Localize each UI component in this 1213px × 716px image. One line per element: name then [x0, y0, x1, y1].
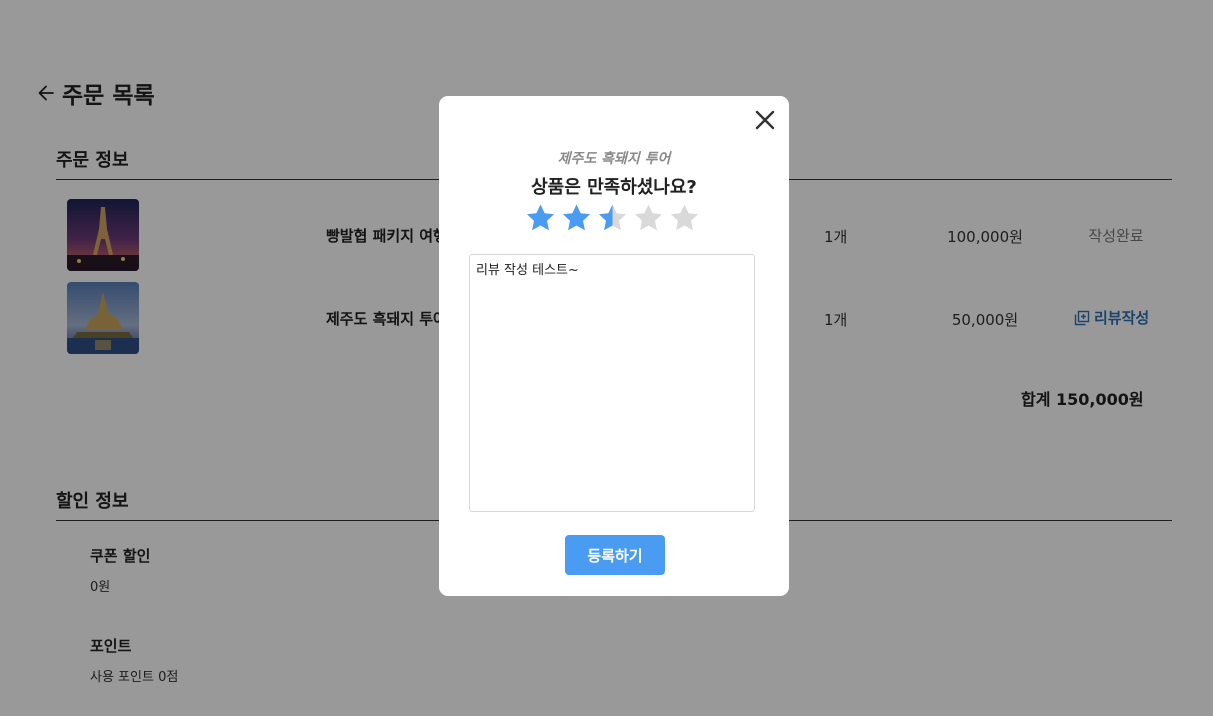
star-icon[interactable] — [525, 203, 556, 234]
star-icon[interactable] — [633, 203, 664, 234]
star-rating[interactable] — [525, 203, 700, 234]
submit-review-button[interactable]: 등록하기 — [565, 535, 665, 575]
star-icon[interactable] — [669, 203, 700, 234]
review-product-name: 제주도 흑돼지 투어 — [557, 151, 671, 167]
close-icon[interactable] — [753, 108, 777, 132]
review-textarea[interactable] — [469, 254, 755, 512]
star-icon[interactable] — [597, 203, 628, 234]
review-question: 상품은 만족하셨나요? — [531, 177, 697, 198]
review-modal: 제주도 흑돼지 투어 상품은 만족하셨나요? 등록하기 — [439, 96, 789, 596]
star-icon[interactable] — [561, 203, 592, 234]
